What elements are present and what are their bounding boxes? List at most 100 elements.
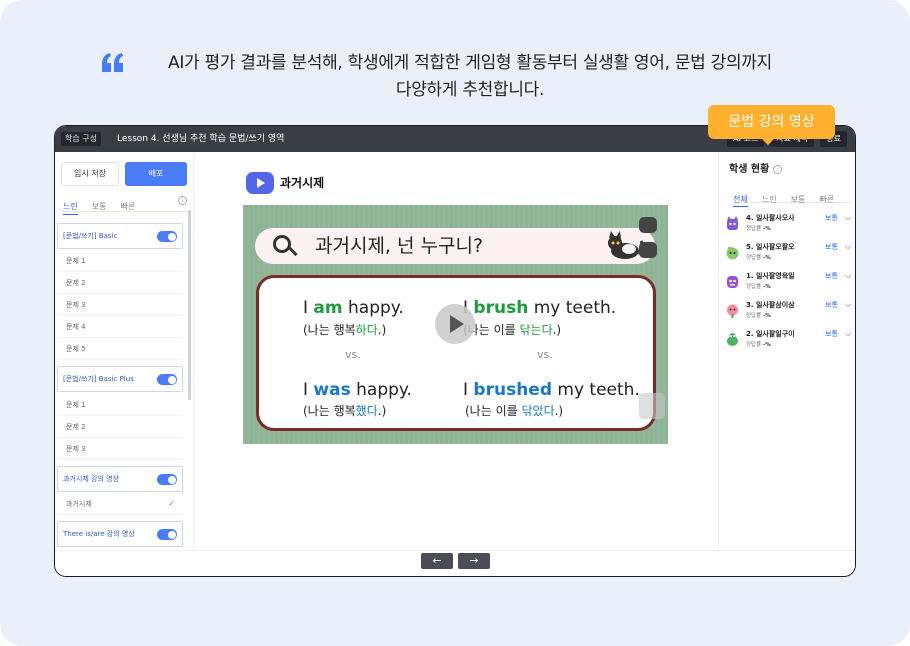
section-label: 과거시제 강의 영상 — [63, 475, 119, 483]
content-area: 과거시제 과거시제, 넌 누구니? I am happy. (나는 행복하다.)… — [195, 152, 718, 550]
section-label: There is/are 강의 영상 — [63, 530, 135, 538]
student-avatar-icon — [727, 304, 738, 318]
chevron-down-icon[interactable]: ⌵ — [845, 242, 851, 252]
tab-slow[interactable]: 느린 — [63, 200, 78, 215]
section-label: [문법/쓰기] Basic Plus — [63, 375, 134, 383]
chevron-down-icon[interactable]: ⌵ — [845, 300, 851, 310]
tab-normal[interactable]: 보통 — [791, 193, 806, 206]
list-item[interactable]: 문제 2 — [57, 272, 183, 294]
list-item[interactable]: 문제 1 — [57, 250, 183, 272]
distribute-button[interactable]: 배포 — [125, 162, 187, 186]
list-item[interactable]: 문제 3 — [57, 438, 183, 460]
section-toggle[interactable] — [157, 529, 177, 540]
tab-fast[interactable]: 빠른 — [121, 200, 136, 214]
student-level: 보통 — [825, 301, 838, 309]
student-row[interactable]: 4. 일사팔사오사 정답률 -% 보통 ⌵ — [725, 213, 853, 237]
student-status-title: 학생 현황 i — [729, 162, 783, 178]
student-name: 1. 일사팔영육일 — [746, 272, 795, 280]
sentence-brush: I brush my teeth. — [463, 298, 617, 318]
tab-slow[interactable]: 느린 — [762, 193, 777, 206]
sentence-was-translation: (나는 행복했다.) — [303, 404, 387, 418]
sentence-brushed: I brushed my teeth. — [463, 380, 640, 400]
student-row[interactable]: 1. 일사팔영육일 정답률 -% 보통 ⌵ — [725, 271, 853, 295]
headline-line1: AI가 평가 결과를 분석해, 학생에게 적합한 게임형 활동부터 실생활 영어… — [168, 53, 772, 73]
sentence-brushed-translation: (나는 이를 닦았다.) — [465, 404, 564, 418]
tab-normal[interactable]: 보통 — [92, 200, 107, 214]
video-player[interactable]: 과거시제, 넌 누구니? I am happy. (나는 행복하다.) vs. … — [243, 205, 668, 444]
student-rate: 정답률 -% — [746, 342, 771, 348]
section-there-is-video[interactable]: There is/are 강의 영상 — [57, 521, 183, 547]
list-item[interactable]: 문제 5 — [57, 338, 183, 360]
tab-all[interactable]: 전체 — [733, 193, 748, 207]
section-toggle[interactable] — [157, 231, 177, 242]
section-toggle[interactable] — [157, 474, 177, 485]
temp-save-button[interactable]: 임시 저장 — [61, 162, 119, 186]
student-level: 보통 — [825, 330, 838, 338]
video-play-icon — [246, 172, 274, 194]
student-avatar-icon — [726, 246, 739, 260]
list-item[interactable]: 문제 3 — [57, 294, 183, 316]
list-item-label: 과거시제 — [66, 500, 92, 508]
sidebar-scrollbar[interactable] — [188, 210, 191, 400]
headline: AI가 평가 결과를 분석해, 학생에게 적합한 게임형 활동부터 실생활 영어… — [110, 50, 830, 104]
chevron-down-icon[interactable]: ⌵ — [845, 329, 851, 339]
bottom-navigation: ← → — [55, 550, 855, 576]
sentence-am: I am happy. — [303, 298, 404, 318]
vs-label: vs. — [345, 348, 361, 361]
magnifier-icon — [273, 235, 291, 253]
sentence-brush-translation: (나는 이를 닦는다.) — [463, 323, 562, 337]
student-rate: 정답률 -% — [746, 313, 771, 319]
lesson-board: I am happy. (나는 행복하다.) vs. I brush my te… — [256, 275, 656, 431]
student-name: 4. 일사팔사오사 — [746, 214, 795, 222]
background-panel: AI가 평가 결과를 분석해, 학생에게 적합한 게임형 활동부터 실생활 영어… — [0, 0, 910, 646]
student-name: 5. 일사팔오팔오 — [746, 243, 795, 251]
video-title: 과거시제 — [280, 176, 325, 190]
student-row[interactable]: 2. 일사팔일구이 정답률 -% 보통 ⌵ — [725, 329, 853, 353]
student-name: 3. 일사팔삼이삼 — [746, 301, 795, 309]
fullscreen-button[interactable] — [639, 393, 665, 419]
section-past-tense-video[interactable]: 과거시제 강의 영상 — [57, 466, 183, 492]
headline-line2: 다양하게 추천합니다. — [395, 80, 545, 100]
list-item[interactable]: 문제 2 — [57, 416, 183, 438]
info-icon[interactable]: i — [178, 196, 187, 205]
student-level: 보통 — [825, 243, 838, 251]
student-rate: 정답률 -% — [746, 255, 771, 261]
play-button[interactable] — [435, 304, 475, 344]
video-settings-icon[interactable] — [639, 242, 657, 258]
student-avatar-icon — [727, 333, 738, 346]
student-level: 보통 — [825, 214, 838, 222]
vs-label: vs. — [537, 348, 553, 361]
chevron-down-icon[interactable]: ⌵ — [845, 213, 851, 223]
info-icon[interactable]: i — [773, 165, 783, 174]
prev-button[interactable]: ← — [421, 553, 453, 569]
lesson-sidebar: 임시 저장 배포 느린 보통 빠른 i [문법/쓰기] Basic 문제 1 문… — [55, 152, 193, 550]
check-icon: ✓ — [168, 499, 175, 508]
student-status-panel: 학생 현황 i 전체 느린 보통 빠른 4. 일사팔사오사 정답률 -% 보통 ⌵… — [718, 152, 855, 550]
section-toggle[interactable] — [157, 374, 177, 385]
lesson-structure-badge: 학습 구성 — [61, 132, 101, 146]
section-basic-plus[interactable]: [문법/쓰기] Basic Plus — [57, 366, 183, 392]
student-row[interactable]: 3. 일사팔삼이삼 정답률 -% 보통 ⌵ — [725, 300, 853, 324]
video-question: 과거시제, 넌 누구니? — [315, 235, 484, 257]
chevron-down-icon[interactable]: ⌵ — [845, 271, 851, 281]
sentence-was: I was happy. — [303, 380, 412, 400]
student-name: 2. 일사팔일구이 — [746, 330, 795, 338]
list-item-selected[interactable]: 과거시제 ✓ — [57, 493, 183, 515]
student-rate: 정답률 -% — [746, 284, 771, 290]
student-avatar-icon — [727, 216, 738, 230]
video-menu-icon[interactable] — [639, 217, 657, 233]
section-label: [문법/쓰기] Basic — [63, 232, 118, 240]
next-button[interactable]: → — [458, 553, 490, 569]
student-filter-tabs: 전체 느린 보통 빠른 — [733, 187, 851, 207]
grammar-video-tooltip: 문법 강의 영상 — [708, 105, 835, 145]
student-row[interactable]: 5. 일사팔오팔오 정답률 -% 보통 ⌵ — [725, 242, 853, 266]
tab-fast[interactable]: 빠른 — [819, 193, 834, 206]
student-level: 보통 — [825, 272, 838, 280]
section-basic[interactable]: [문법/쓰기] Basic — [57, 223, 183, 249]
list-item[interactable]: 문제 4 — [57, 316, 183, 338]
student-rate: 정답률 -% — [746, 226, 771, 232]
sentence-am-translation: (나는 행복하다.) — [303, 323, 387, 337]
level-tabs: 느린 보통 빠른 i — [63, 194, 187, 215]
student-avatar-icon — [727, 276, 738, 288]
list-item[interactable]: 문제 1 — [57, 394, 183, 416]
